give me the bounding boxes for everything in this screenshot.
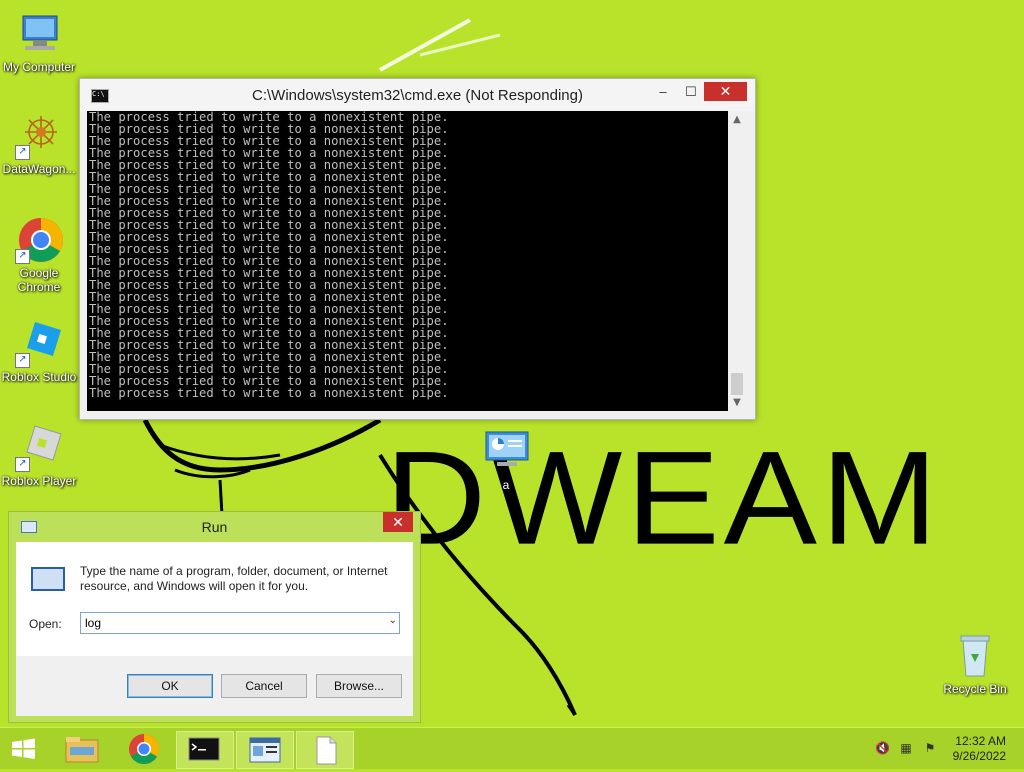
chrome-icon: ↗ — [15, 216, 63, 264]
windows-start-icon — [12, 738, 35, 759]
volume-muted-icon[interactable]: 🔇 — [875, 741, 890, 755]
datawagon-icon: ↗ — [15, 112, 63, 160]
taskbar-chrome[interactable] — [116, 731, 172, 767]
close-button[interactable]: ✕ — [383, 512, 413, 532]
desktop-icon-label: DataWagon... — [2, 162, 76, 176]
ok-button[interactable]: OK — [127, 674, 213, 698]
cmd-window[interactable]: C:\ C:\Windows\system32\cmd.exe (Not Res… — [79, 78, 756, 420]
recycle-bin-icon — [951, 632, 999, 680]
cmd-icon — [188, 737, 220, 761]
open-input[interactable] — [85, 615, 375, 630]
browse-button[interactable]: Browse... — [316, 674, 402, 698]
desktop-icon-my-computer[interactable]: My Computer — [0, 10, 78, 74]
shortcut-arrow-icon: ↗ — [15, 249, 30, 264]
desktop-icon-google-chrome[interactable]: ↗ Google Chrome — [0, 216, 78, 294]
taskbar-document[interactable] — [296, 731, 354, 769]
cmd-titlebar[interactable]: C:\ C:\Windows\system32\cmd.exe (Not Res… — [80, 79, 755, 111]
start-button[interactable] — [0, 731, 56, 767]
roblox-studio-icon: ↗ — [15, 320, 63, 368]
scroll-down-arrow-icon[interactable]: ▼ — [728, 394, 746, 411]
run-body — [16, 542, 413, 656]
run-titlebar[interactable]: Run ✕ — [9, 512, 420, 540]
action-center-flag-icon[interactable]: ⚑ — [923, 741, 937, 755]
run-program-icon — [31, 567, 65, 591]
chevron-down-icon[interactable]: ⌄ — [389, 615, 397, 626]
roblox-player-icon: ↗ — [15, 424, 63, 472]
control-panel-icon — [482, 428, 530, 476]
run-description: Type the name of a program, folder, docu… — [80, 564, 388, 593]
desktop-icon-roblox-studio[interactable]: ↗ Roblox Studio — [0, 320, 78, 384]
desktop-icon-roblox-player[interactable]: ↗ Roblox Player — [0, 424, 78, 488]
clock[interactable]: 12:32 AM 9/26/2022 — [953, 734, 1006, 764]
folder-icon — [65, 737, 99, 763]
desktop-icon-a[interactable]: a — [467, 428, 545, 492]
open-combobox[interactable]: ⌄ — [80, 612, 400, 634]
run-icon — [249, 737, 281, 763]
console-output[interactable]: The process tried to write to a nonexist… — [87, 111, 730, 411]
desktop-icon-label: My Computer — [2, 60, 76, 74]
document-icon — [316, 736, 337, 765]
maximize-button[interactable]: ☐ — [678, 82, 704, 101]
taskbar-cmd[interactable] — [176, 731, 234, 769]
shortcut-arrow-icon: ↗ — [15, 353, 30, 368]
network-icon[interactable]: ▦ — [899, 741, 913, 755]
scroll-thumb[interactable] — [731, 373, 743, 395]
dialog-title: Run — [201, 519, 228, 535]
chrome-icon — [129, 734, 160, 765]
vertical-scrollbar[interactable]: ▲ ▼ — [728, 111, 746, 411]
desktop-icon-datawagon[interactable]: ↗ DataWagon... — [0, 112, 78, 176]
shortcut-arrow-icon: ↗ — [15, 145, 30, 160]
desktop-icon-recycle-bin[interactable]: Recycle Bin — [936, 632, 1014, 696]
shortcut-arrow-icon: ↗ — [15, 457, 30, 472]
clock-date: 9/26/2022 — [952, 749, 1006, 763]
desktop-icon-label: Roblox Player — [1, 474, 77, 488]
cancel-button[interactable]: Cancel — [221, 674, 307, 698]
taskbar-file-explorer[interactable] — [56, 731, 112, 767]
desktop-icon-label: Recycle Bin — [943, 682, 1007, 696]
open-label: Open: — [29, 617, 62, 631]
scroll-up-arrow-icon[interactable]: ▲ — [728, 111, 746, 128]
minimize-button[interactable]: – — [650, 82, 676, 101]
close-button[interactable]: ✕ — [704, 82, 747, 101]
run-dialog[interactable]: Run ✕ Type the name of a program, folder… — [8, 511, 421, 723]
console-line: The process tried to write to a nonexist… — [89, 386, 449, 400]
clock-time: 12:32 AM — [955, 734, 1006, 748]
desktop-icon-label: Google Chrome — [17, 266, 61, 294]
taskbar-run[interactable] — [236, 731, 294, 769]
desktop-icon-label: a — [502, 478, 510, 492]
computer-icon — [15, 10, 63, 58]
taskbar: 🔇 ▦ ⚑ 12:32 AM 9/26/2022 — [0, 727, 1024, 769]
desktop-icon-label: Roblox Studio — [1, 370, 77, 384]
